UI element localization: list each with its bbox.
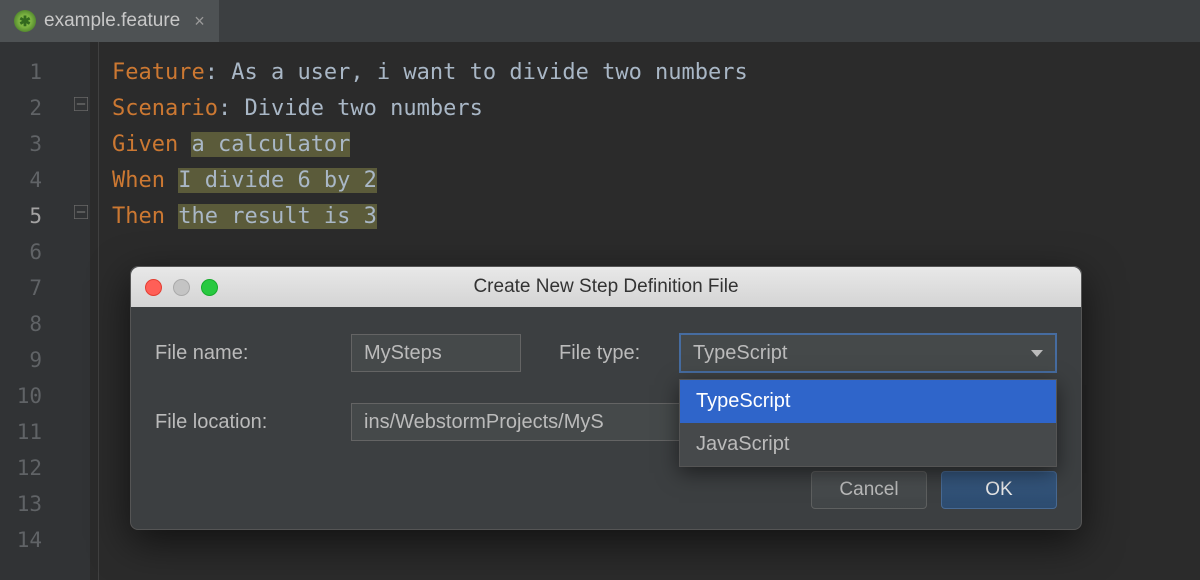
- code-line: Scenario: Divide two numbers: [90, 90, 1200, 126]
- line-number: 5: [0, 198, 90, 234]
- form-row-file-name: File name: File type: TypeScript: [155, 333, 1057, 373]
- dropdown-option-javascript[interactable]: JavaScript: [680, 423, 1056, 466]
- gutter: 1 2 3 4 5 6 7 8 9 10 11 12 13 14: [0, 42, 90, 580]
- tab-filename: example.feature: [44, 10, 180, 32]
- vertical-rule: [98, 42, 99, 580]
- dropdown-option-typescript[interactable]: TypeScript: [680, 380, 1056, 423]
- file-name-input[interactable]: [351, 334, 521, 372]
- file-location-label: File location:: [155, 411, 351, 434]
- tab-bar: ✱ example.feature ×: [0, 0, 1200, 42]
- dialog-titlebar[interactable]: Create New Step Definition File: [131, 267, 1081, 307]
- dialog-body: File name: File type: TypeScript File lo…: [131, 307, 1081, 529]
- file-name-label: File name:: [155, 342, 351, 365]
- line-number: 10: [0, 378, 90, 414]
- code-line: Feature: As a user, i want to divide two…: [90, 54, 1200, 90]
- code-line: [90, 234, 1200, 270]
- code-line: When I divide 6 by 2: [90, 162, 1200, 198]
- file-type-label: File type:: [559, 342, 679, 365]
- window-zoom-icon[interactable]: [201, 279, 218, 296]
- traffic-lights: [145, 279, 218, 296]
- line-number: 12: [0, 450, 90, 486]
- chevron-down-icon: [1031, 350, 1043, 357]
- line-number: 3: [0, 126, 90, 162]
- file-type-dropdown: TypeScript JavaScript: [679, 379, 1057, 467]
- line-number: 2: [0, 90, 90, 126]
- line-number: 7: [0, 270, 90, 306]
- line-number: 9: [0, 342, 90, 378]
- fold-minus-icon[interactable]: [74, 97, 88, 111]
- line-number: 1: [0, 54, 90, 90]
- fold-end-icon[interactable]: [74, 205, 88, 219]
- window-minimize-icon[interactable]: [173, 279, 190, 296]
- code-line: Given a calculator: [90, 126, 1200, 162]
- dialog-buttons: Cancel OK: [155, 471, 1057, 509]
- editor-tab[interactable]: ✱ example.feature ×: [0, 0, 219, 42]
- line-number: 6: [0, 234, 90, 270]
- create-step-definition-dialog: Create New Step Definition File File nam…: [130, 266, 1082, 530]
- code-line: Then the result is 3: [90, 198, 1200, 234]
- line-number: 14: [0, 522, 90, 558]
- dialog-title: Create New Step Definition File: [473, 276, 738, 298]
- line-number: 4: [0, 162, 90, 198]
- window-close-icon[interactable]: [145, 279, 162, 296]
- line-number: 8: [0, 306, 90, 342]
- ok-button[interactable]: OK: [941, 471, 1057, 509]
- file-type-value: TypeScript: [693, 342, 787, 365]
- close-icon[interactable]: ×: [194, 11, 205, 32]
- line-number: 13: [0, 486, 90, 522]
- line-number: 11: [0, 414, 90, 450]
- cancel-button[interactable]: Cancel: [811, 471, 927, 509]
- cucumber-icon: ✱: [14, 10, 36, 32]
- file-type-select[interactable]: TypeScript: [679, 333, 1057, 373]
